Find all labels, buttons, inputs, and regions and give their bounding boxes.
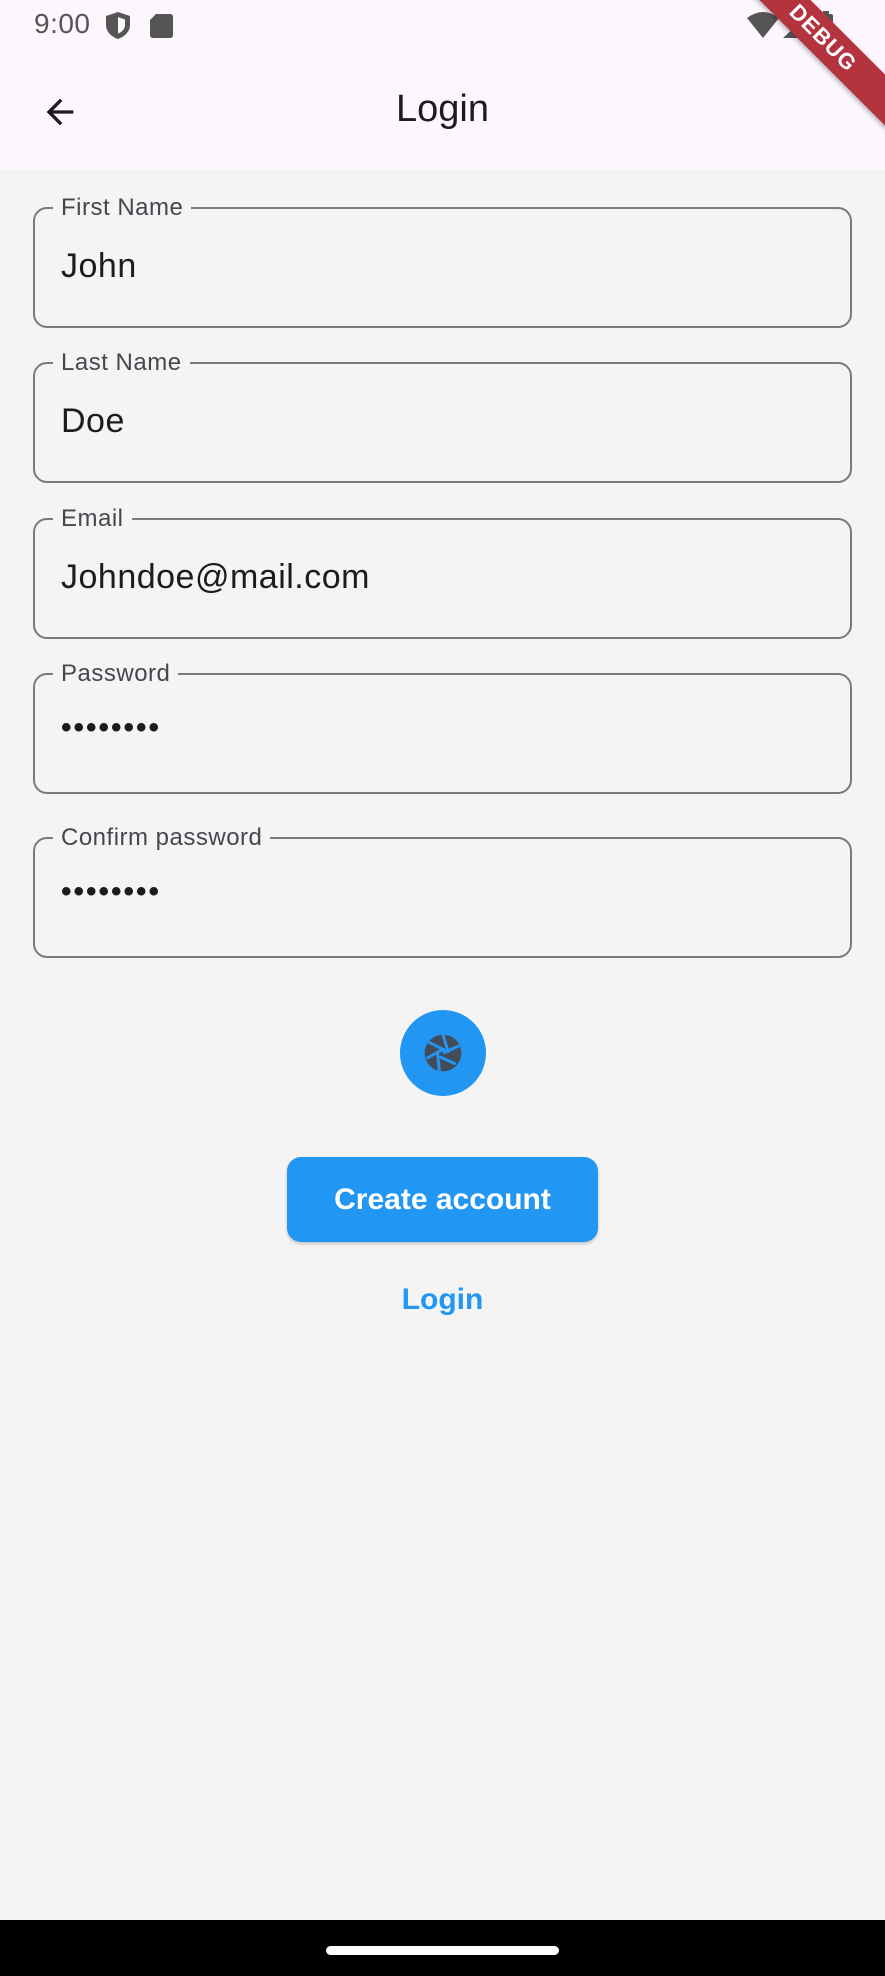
- app-bar: Login: [0, 52, 885, 170]
- camera-button[interactable]: [400, 1010, 486, 1096]
- shield-icon: [106, 12, 130, 39]
- last-name-label: Last Name: [53, 349, 190, 377]
- email-field[interactable]: Email Johndoe@mail.com: [33, 505, 852, 639]
- password-label: Password: [53, 660, 179, 688]
- sd-card-icon: [150, 14, 173, 38]
- first-name-label: First Name: [53, 194, 192, 222]
- system-nav-bar: [0, 1920, 885, 1976]
- first-name-value: John: [61, 247, 137, 285]
- camera-shutter-icon: [424, 1034, 462, 1072]
- last-name-field[interactable]: Last Name Doe: [33, 349, 852, 483]
- home-gesture-handle[interactable]: [326, 1946, 559, 1955]
- first-name-field[interactable]: First Name John: [33, 194, 852, 328]
- page-title: Login: [396, 88, 489, 130]
- last-name-value: Doe: [61, 402, 125, 440]
- email-label: Email: [53, 505, 132, 533]
- status-left-icons: [104, 10, 184, 47]
- status-bar: 9:00: [0, 0, 885, 52]
- confirm-password-label: Confirm password: [53, 824, 271, 852]
- wifi-icon: [747, 12, 779, 38]
- login-link[interactable]: Login: [0, 1283, 885, 1317]
- status-time: 9:00: [34, 8, 91, 39]
- password-field[interactable]: Password ••••••••: [33, 660, 852, 794]
- confirm-password-field[interactable]: Confirm password ••••••••: [33, 824, 852, 958]
- email-value: Johndoe@mail.com: [61, 558, 370, 596]
- create-account-button[interactable]: Create account: [287, 1157, 598, 1242]
- password-value: ••••••••: [61, 711, 162, 744]
- confirm-password-value: ••••••••: [61, 875, 162, 908]
